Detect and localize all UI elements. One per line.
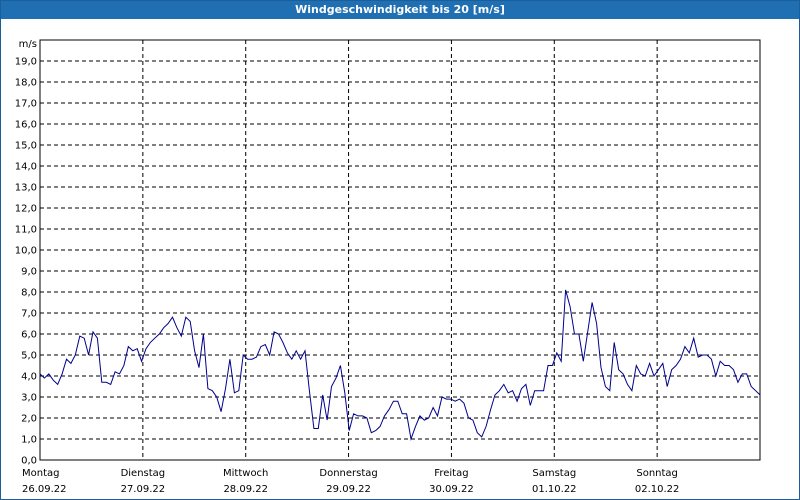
- series-line: [39, 289, 761, 441]
- y-tick-label: 17,0: [15, 99, 37, 110]
- x-tick-date-label: 02.10.22: [635, 484, 680, 495]
- y-tick-label: 3,0: [21, 393, 37, 404]
- x-tick-day-label: Mittwoch: [223, 468, 268, 479]
- x-tick-date-label: 26.09.22: [22, 484, 67, 495]
- x-tick-day-label: Dienstag: [121, 468, 166, 479]
- y-tick-label: 5,0: [21, 351, 37, 362]
- y-tick-label: 14,0: [15, 162, 37, 173]
- y-tick-label: 9,0: [21, 267, 37, 278]
- x-tick-day-label: Freitag: [434, 468, 468, 479]
- wind-speed-chart: 0,0 1,0 2,0 3,0 4,0 5,0 6,0 7,0 8,0 9,0 10,0 11,0 12…: [15, 39, 761, 495]
- x-tick-date-label: 30.09.22: [429, 484, 474, 495]
- y-tick-label: 7,0: [21, 309, 37, 320]
- y-tick-label: 15,0: [15, 141, 37, 152]
- y-tick-label: 10,0: [15, 246, 37, 257]
- y-axis-label: m/s: [19, 39, 37, 50]
- x-tick-day-label: Donnerstag: [319, 468, 377, 479]
- y-tick-label: 16,0: [15, 120, 37, 131]
- x-tick-day-label: Sonntag: [636, 468, 678, 479]
- y-tick-label: 12,0: [15, 204, 37, 215]
- y-tick-label: 11,0: [15, 225, 37, 236]
- y-tick-label: 19,0: [15, 57, 37, 68]
- y-tick-label: 1,0: [21, 435, 37, 446]
- y-tick-label: 6,0: [21, 330, 37, 341]
- x-tick-day-label: Montag: [22, 468, 59, 479]
- y-tick-label: 18,0: [15, 78, 37, 89]
- y-tick-label: 4,0: [21, 372, 37, 383]
- y-tick-label: 2,0: [21, 414, 37, 425]
- x-tick-date-label: 27.09.22: [121, 484, 166, 495]
- x-tick-date-label: 28.09.22: [223, 484, 268, 495]
- y-tick-label: 13,0: [15, 183, 37, 194]
- x-tick-day-label: Samstag: [532, 468, 576, 479]
- y-tick-label: 8,0: [21, 288, 37, 299]
- x-tick-date-label: 01.10.22: [532, 484, 577, 495]
- x-tick-date-label: 29.09.22: [326, 484, 371, 495]
- y-tick-label: 0,0: [21, 456, 37, 467]
